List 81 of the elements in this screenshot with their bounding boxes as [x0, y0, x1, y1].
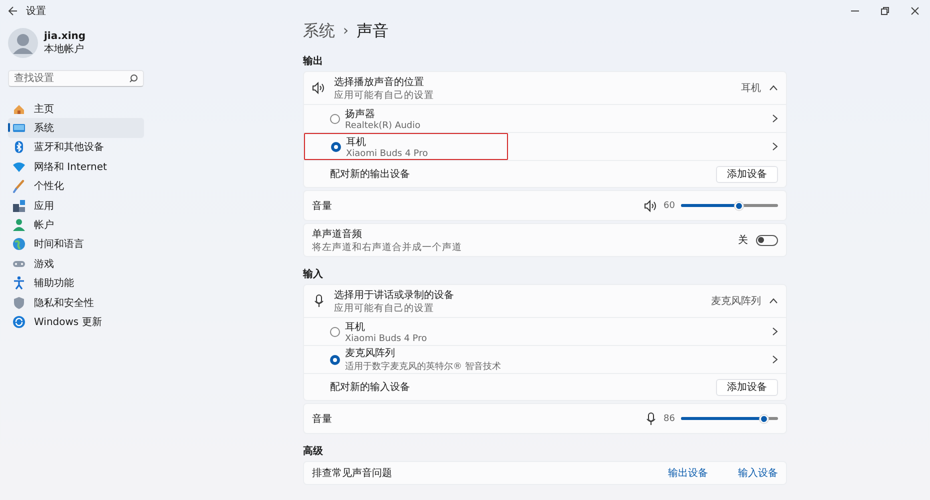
radio-button[interactable]: [330, 326, 340, 336]
search-field[interactable]: 查找设置: [8, 70, 144, 87]
selected-device: 耳机: [741, 82, 761, 95]
setting-title: 选择用于讲话或录制的设备: [334, 288, 455, 302]
sidebar-item[interactable]: 系统: [8, 118, 144, 138]
sidebar-item[interactable]: 游戏: [8, 254, 144, 274]
window-title: 设置: [26, 4, 46, 18]
speaker-icon: [312, 81, 326, 95]
volume-value: 60: [664, 200, 675, 210]
device-detail: Realtek(R) Audio: [345, 120, 420, 130]
sidebar-item[interactable]: 辅助功能: [8, 274, 144, 293]
microphone-icon: [644, 412, 658, 426]
device-detail: 适用于数字麦克风的英特尔® 智音技术: [345, 360, 501, 373]
bluetooth-icon: [12, 140, 26, 154]
accessibility-icon: [12, 276, 26, 290]
globe-icon: [12, 237, 26, 252]
section-heading: 输入: [303, 268, 324, 281]
setting-title: 音量: [312, 200, 332, 212]
device-name: 麦克风阵列: [345, 346, 396, 360]
setting-title: 单声道音频: [312, 228, 363, 240]
setting-title: 排查常见声音问题: [312, 466, 392, 480]
speaker-icon: [644, 198, 658, 212]
section-heading: 高级: [303, 444, 324, 458]
link[interactable]: 输出设备: [668, 466, 708, 480]
sidebar-item[interactable]: 帐户: [8, 215, 144, 235]
sync-icon: [12, 314, 26, 329]
sidebar-item[interactable]: 网络和 Internet: [8, 157, 144, 177]
setting-title: 配对新的输入设备: [330, 380, 410, 394]
device-name: 耳机: [346, 136, 367, 148]
sidebar-item[interactable]: 应用: [8, 196, 144, 216]
sidebar-item[interactable]: 时间和语言: [8, 234, 144, 254]
chevron-up-icon: [769, 85, 778, 91]
setting-title: 配对新的输出设备: [330, 168, 410, 181]
expander-header[interactable]: 选择播放声音的位置 应用可能有自己的设置 耳机: [304, 72, 786, 105]
slider-thumb[interactable]: [760, 414, 768, 422]
avatar-silhouette: [8, 28, 38, 58]
search-icon: [129, 74, 138, 83]
setting-description: 应用可能有自己的设置: [334, 302, 435, 314]
microphone-icon: [312, 294, 326, 308]
volume-value: 86: [664, 414, 675, 424]
section-heading: 输出: [303, 54, 324, 68]
brush-icon: [12, 179, 26, 194]
account-type: 本地帐户: [44, 42, 85, 56]
radio-button[interactable]: [330, 354, 340, 364]
device-name: 耳机: [345, 320, 366, 334]
sidebar-item[interactable]: 主页: [8, 99, 144, 118]
chevron-right-icon[interactable]: [772, 142, 778, 151]
toggle-state: 关: [738, 234, 748, 247]
sidebar-item[interactable]: 个性化: [8, 176, 144, 196]
setting-title: 选择播放声音的位置: [334, 76, 425, 88]
chevron-right-icon[interactable]: [772, 114, 778, 123]
back-arrow-icon[interactable]: [8, 6, 18, 16]
device-detail: Xiaomi Buds 4 Pro: [345, 334, 427, 344]
sidebar-item[interactable]: 蓝牙和其他设备: [8, 138, 144, 158]
user-name: jia.xing: [44, 30, 86, 42]
setting-title: 音量: [312, 412, 332, 426]
setting-description: 应用可能有自己的设置: [334, 88, 435, 102]
breadcrumb-separator: ›: [343, 23, 349, 39]
radio-button[interactable]: [331, 142, 341, 152]
sidebar-item[interactable]: 隐私和安全性: [8, 292, 144, 312]
selected-device: 麦克风阵列: [711, 294, 761, 308]
chevron-right-icon[interactable]: [772, 355, 778, 364]
device-name: 扬声器: [345, 108, 376, 120]
toggle-switch[interactable]: [756, 234, 778, 246]
chevron-right-icon[interactable]: [772, 327, 778, 336]
add-device-button[interactable]: 添加设备: [716, 166, 778, 182]
shield-icon: [12, 296, 26, 310]
slider-thumb[interactable]: [735, 202, 744, 210]
link[interactable]: 输入设备: [738, 466, 778, 480]
person-icon: [12, 218, 26, 232]
page-title: 声音: [356, 20, 389, 42]
apps-icon: [12, 198, 26, 213]
device-detail: Xiaomi Buds 4 Pro: [346, 148, 428, 158]
radio-button[interactable]: [330, 114, 340, 124]
expander-header[interactable]: 选择用于讲话或录制的设备 应用可能有自己的设置 麦克风阵列: [304, 285, 786, 318]
breadcrumb-link[interactable]: 系统: [303, 20, 335, 42]
chevron-up-icon: [769, 298, 778, 304]
sidebar-item[interactable]: Windows 更新: [8, 312, 144, 332]
wifi-icon: [12, 160, 26, 174]
add-device-button[interactable]: 添加设备: [716, 378, 778, 396]
setting-description: 将左声道和右声道合并成一个声道: [312, 240, 462, 254]
